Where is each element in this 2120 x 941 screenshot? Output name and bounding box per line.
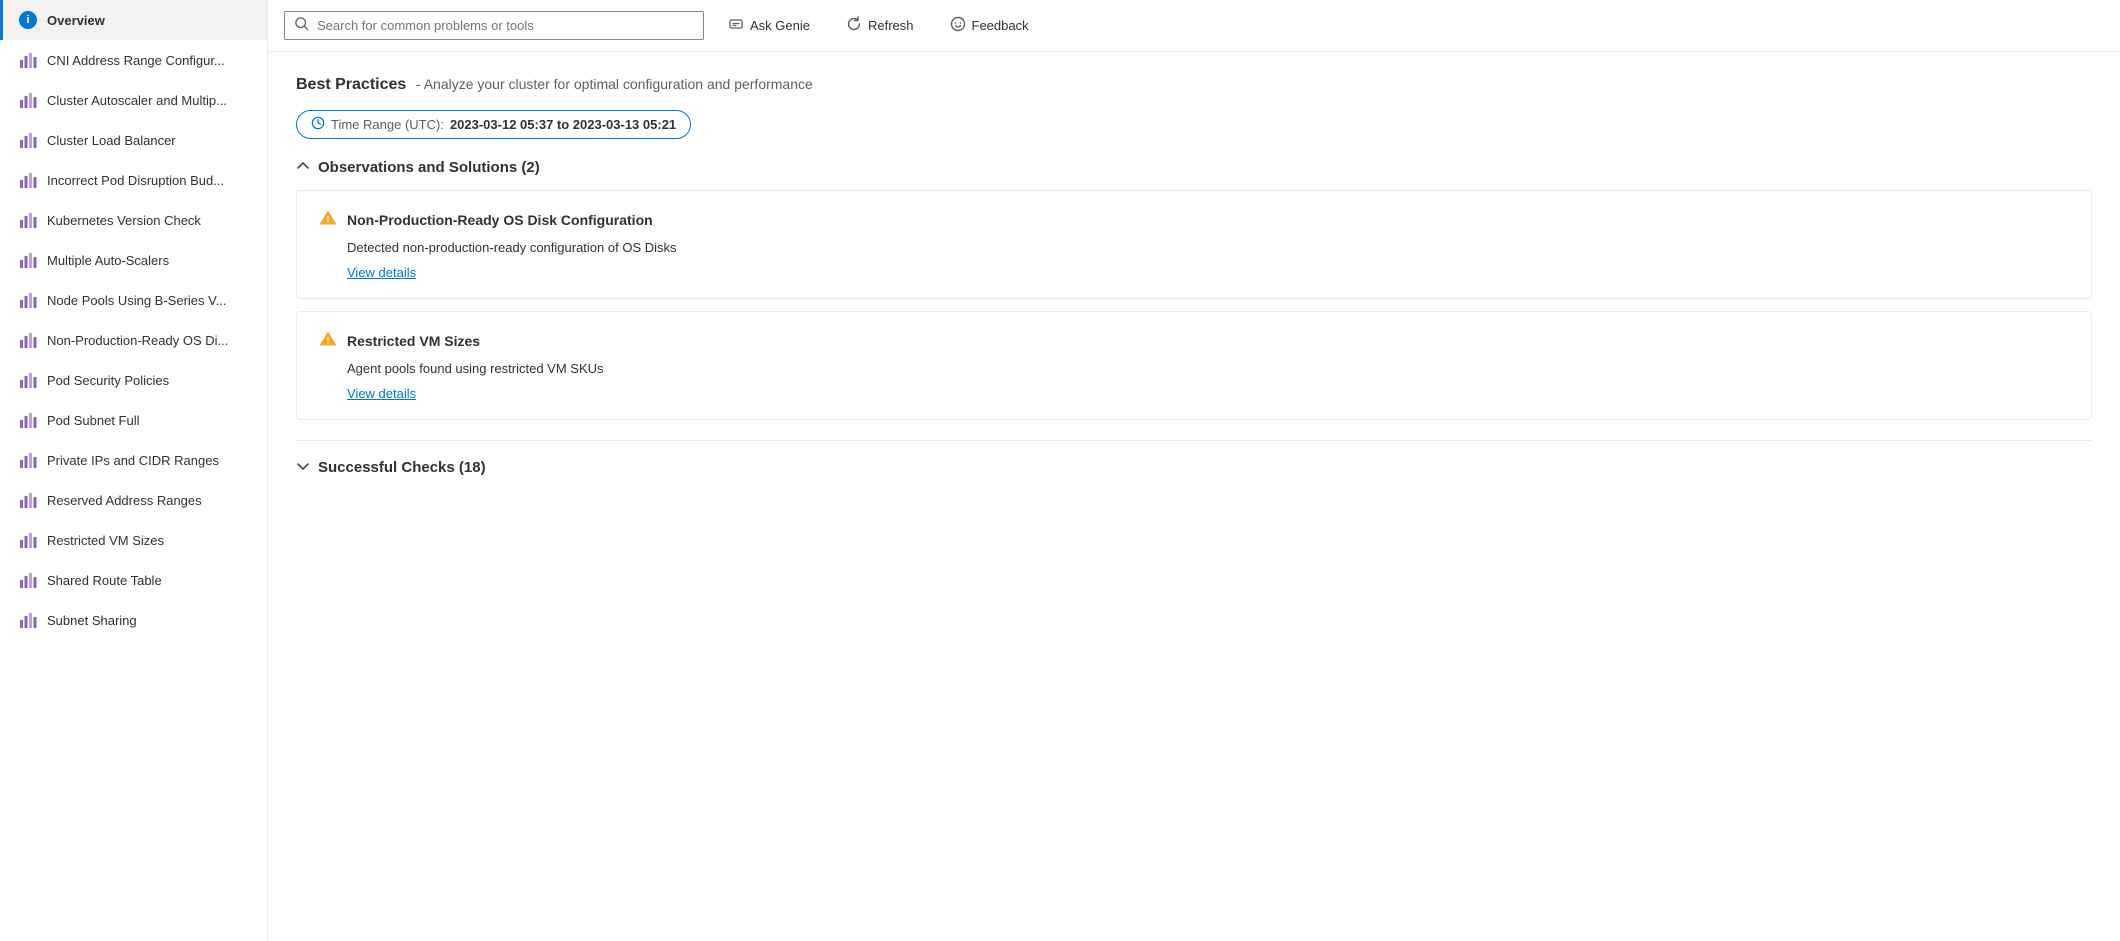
chart-icon bbox=[19, 451, 37, 469]
sidebar-item-label: Incorrect Pod Disruption Bud... bbox=[47, 173, 224, 188]
chart-icon bbox=[19, 491, 37, 509]
sidebar-item-label: Overview bbox=[47, 13, 105, 28]
ask-genie-icon bbox=[728, 16, 744, 35]
observations-section-header[interactable]: Observations and Solutions (2) bbox=[296, 159, 2092, 176]
sidebar-item-shared-route-table[interactable]: Shared Route Table bbox=[0, 560, 267, 600]
sidebar-item-reserved-address[interactable]: Reserved Address Ranges bbox=[0, 480, 267, 520]
view-details-link[interactable]: View details bbox=[319, 386, 416, 401]
sidebar: i Overview CNI Address Range Configur...… bbox=[0, 0, 268, 941]
sidebar-item-private-ips[interactable]: Private IPs and CIDR Ranges bbox=[0, 440, 267, 480]
sidebar-item-label: Private IPs and CIDR Ranges bbox=[47, 453, 219, 468]
sidebar-item-cluster-load-balancer[interactable]: Cluster Load Balancer bbox=[0, 120, 267, 160]
sidebar-item-label: Shared Route Table bbox=[47, 573, 162, 588]
chart-icon bbox=[19, 131, 37, 149]
feedback-icon bbox=[950, 16, 966, 35]
sidebar-item-multiple-auto-scalers[interactable]: Multiple Auto-Scalers bbox=[0, 240, 267, 280]
chart-icon bbox=[19, 171, 37, 189]
warning-icon: ! bbox=[319, 209, 337, 230]
chart-icon bbox=[19, 611, 37, 629]
svg-text:!: ! bbox=[327, 336, 330, 346]
search-icon bbox=[295, 17, 309, 34]
refresh-button[interactable]: Refresh bbox=[834, 10, 926, 41]
sidebar-item-restricted-vm[interactable]: Restricted VM Sizes bbox=[0, 520, 267, 560]
sidebar-item-label: Multiple Auto-Scalers bbox=[47, 253, 169, 268]
chart-icon bbox=[19, 331, 37, 349]
chart-icon bbox=[19, 211, 37, 229]
chart-icon bbox=[19, 571, 37, 589]
chart-icon bbox=[19, 91, 37, 109]
svg-text:!: ! bbox=[327, 215, 330, 225]
info-icon: i bbox=[19, 11, 37, 29]
sidebar-item-cni-address[interactable]: CNI Address Range Configur... bbox=[0, 40, 267, 80]
clock-icon bbox=[311, 116, 325, 133]
sidebar-item-label: Restricted VM Sizes bbox=[47, 533, 164, 548]
ask-genie-button[interactable]: Ask Genie bbox=[716, 10, 822, 41]
sidebar-item-label: Kubernetes Version Check bbox=[47, 213, 201, 228]
card-title: Restricted VM Sizes bbox=[347, 333, 480, 349]
observation-cards-container: ! Non-Production-Ready OS Disk Configura… bbox=[296, 190, 2092, 420]
sidebar-item-label: CNI Address Range Configur... bbox=[47, 53, 225, 68]
sidebar-item-subnet-sharing[interactable]: Subnet Sharing bbox=[0, 600, 267, 640]
page-subtitle: - Analyze your cluster for optimal confi… bbox=[416, 76, 813, 92]
sidebar-item-pod-subnet-full[interactable]: Pod Subnet Full bbox=[0, 400, 267, 440]
feedback-label: Feedback bbox=[972, 18, 1029, 33]
warning-icon: ! bbox=[319, 330, 337, 351]
sidebar-item-incorrect-pod-disruption[interactable]: Incorrect Pod Disruption Bud... bbox=[0, 160, 267, 200]
sidebar-item-pod-security-policies[interactable]: Pod Security Policies bbox=[0, 360, 267, 400]
feedback-button[interactable]: Feedback bbox=[938, 10, 1041, 41]
chevron-down-icon bbox=[296, 459, 310, 476]
search-input[interactable] bbox=[317, 18, 693, 33]
sidebar-item-label: Subnet Sharing bbox=[47, 613, 137, 628]
chart-icon bbox=[19, 531, 37, 549]
time-range-value: 2023-03-12 05:37 to 2023-03-13 05:21 bbox=[450, 117, 676, 132]
chart-icon bbox=[19, 51, 37, 69]
sidebar-item-non-production-os[interactable]: Non-Production-Ready OS Di... bbox=[0, 320, 267, 360]
refresh-icon bbox=[846, 16, 862, 35]
card-description: Detected non-production-ready configurat… bbox=[319, 240, 2069, 255]
sidebar-item-node-pools[interactable]: Node Pools Using B-Series V... bbox=[0, 280, 267, 320]
view-details-link[interactable]: View details bbox=[319, 265, 416, 280]
main-content: Ask Genie Refresh Feedback bbox=[268, 0, 2120, 941]
refresh-label: Refresh bbox=[868, 18, 914, 33]
ask-genie-label: Ask Genie bbox=[750, 18, 810, 33]
successful-checks-title: Successful Checks (18) bbox=[318, 459, 486, 476]
sidebar-item-overview[interactable]: i Overview bbox=[0, 0, 267, 40]
chart-icon bbox=[19, 371, 37, 389]
card-title: Non-Production-Ready OS Disk Configurati… bbox=[347, 212, 653, 228]
chart-icon bbox=[19, 251, 37, 269]
time-range-pill[interactable]: Time Range (UTC): 2023-03-12 05:37 to 20… bbox=[296, 110, 691, 139]
page-header: Best Practices - Analyze your cluster fo… bbox=[296, 76, 2092, 94]
chart-icon bbox=[19, 411, 37, 429]
successful-checks-header[interactable]: Successful Checks (18) bbox=[296, 459, 2092, 476]
card-header: ! Restricted VM Sizes bbox=[319, 330, 2069, 351]
content-area: Best Practices - Analyze your cluster fo… bbox=[268, 52, 2120, 941]
sidebar-item-label: Cluster Load Balancer bbox=[47, 133, 176, 148]
observation-card-obs2: ! Restricted VM Sizes Agent pools found … bbox=[296, 311, 2092, 420]
chevron-up-icon bbox=[296, 159, 310, 176]
sidebar-item-kubernetes-version[interactable]: Kubernetes Version Check bbox=[0, 200, 267, 240]
observations-section-title: Observations and Solutions (2) bbox=[318, 159, 540, 176]
sidebar-item-label: Non-Production-Ready OS Di... bbox=[47, 333, 228, 348]
chart-icon bbox=[19, 291, 37, 309]
sidebar-item-label: Pod Subnet Full bbox=[47, 413, 140, 428]
sidebar-item-label: Pod Security Policies bbox=[47, 373, 169, 388]
search-box[interactable] bbox=[284, 11, 704, 40]
observation-card-obs1: ! Non-Production-Ready OS Disk Configura… bbox=[296, 190, 2092, 299]
sidebar-item-label: Node Pools Using B-Series V... bbox=[47, 293, 226, 308]
sidebar-item-label: Reserved Address Ranges bbox=[47, 493, 202, 508]
card-header: ! Non-Production-Ready OS Disk Configura… bbox=[319, 209, 2069, 230]
toolbar: Ask Genie Refresh Feedback bbox=[268, 0, 2120, 52]
sidebar-item-label: Cluster Autoscaler and Multip... bbox=[47, 93, 227, 108]
time-range-label: Time Range (UTC): bbox=[331, 117, 444, 132]
card-description: Agent pools found using restricted VM SK… bbox=[319, 361, 2069, 376]
successful-checks-section: Successful Checks (18) bbox=[296, 440, 2092, 476]
page-title: Best Practices bbox=[296, 76, 406, 93]
sidebar-item-cluster-autoscaler[interactable]: Cluster Autoscaler and Multip... bbox=[0, 80, 267, 120]
